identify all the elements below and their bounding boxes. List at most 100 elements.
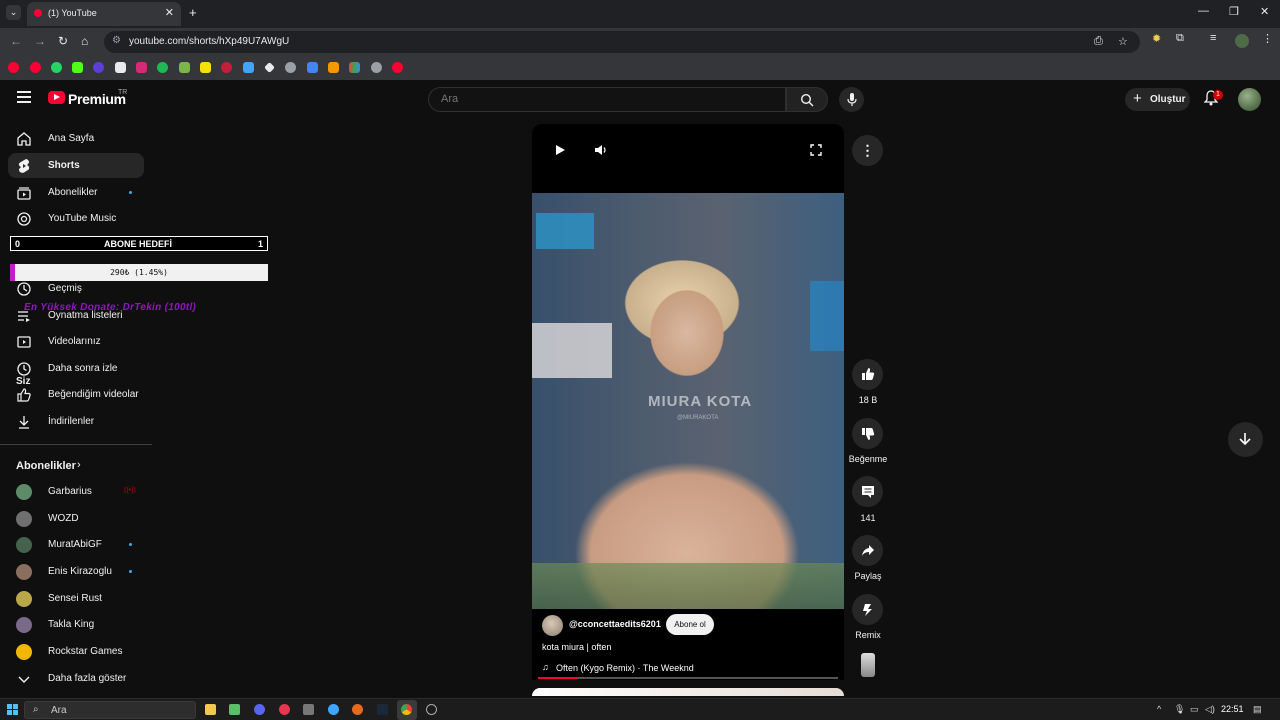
bookmark-twitch-icon[interactable] [93, 62, 104, 73]
remix-button[interactable] [852, 594, 883, 625]
sidebar-item-liked-videos[interactable]: Beğendiğim videolar [8, 382, 144, 407]
taskbar-search[interactable]: ⌕ Ara [24, 701, 196, 719]
bookmark-icon[interactable] [264, 62, 275, 73]
chevron-right-icon[interactable]: › [77, 459, 81, 471]
sidebar-item-downloads[interactable]: İndirilenler [8, 409, 144, 434]
share-button[interactable] [852, 535, 883, 566]
video-frame[interactable]: MIURA KOTA @MIURAKOTA [532, 193, 844, 609]
bookmark-youtube-icon[interactable] [30, 62, 41, 73]
sound-thumbnail[interactable] [861, 653, 875, 677]
bookmark-icon[interactable] [179, 62, 190, 73]
bookmark-icon[interactable] [243, 62, 254, 73]
next-short-button[interactable] [1228, 422, 1263, 457]
shorts-player[interactable]: MIURA KOTA @MIURAKOTA @cconcettaedits620… [532, 124, 844, 680]
taskbar-app-icon[interactable] [426, 704, 437, 715]
bookmark-icon[interactable] [307, 62, 318, 73]
taskbar-app-icon[interactable] [303, 704, 314, 715]
sidebar-item-youtube-music[interactable]: YouTube Music [8, 206, 144, 231]
tab-close-icon[interactable]: ✕ [165, 6, 174, 19]
next-short-preview[interactable] [532, 688, 844, 696]
channel-handle[interactable]: @cconcettaedits6201 [569, 619, 661, 629]
new-tab-button[interactable]: + [189, 5, 197, 20]
chrome-icon[interactable] [401, 704, 412, 715]
short-sound[interactable]: Often (Kygo Remix) · The Weeknd [556, 663, 694, 673]
browser-tab-youtube[interactable]: (1) YouTube ✕ [27, 2, 181, 26]
steam-icon[interactable] [377, 704, 388, 715]
file-explorer-icon[interactable] [205, 704, 216, 715]
sidebar-item-watch-later[interactable]: Daha sonra izle [8, 356, 144, 381]
profile-avatar[interactable] [1235, 34, 1249, 48]
show-more-button[interactable]: Daha fazla göster [8, 666, 144, 691]
short-progress-bar[interactable] [538, 677, 838, 679]
channel-item-enis-kirazoglu[interactable]: Enis Kirazoglu [8, 559, 144, 584]
bookmark-x-icon[interactable] [115, 62, 126, 73]
channel-item-sensei-rust[interactable]: Sensei Rust [8, 586, 144, 611]
sidebar-item-your-videos[interactable]: Videolarınız [8, 329, 144, 354]
microphone-tray-icon[interactable]: 🎙 [1174, 704, 1185, 715]
install-app-icon[interactable]: ⎙ [1094, 35, 1103, 48]
hamburger-menu-icon[interactable] [17, 91, 31, 103]
subscribe-button[interactable]: Abone ol [666, 614, 714, 635]
volume-tray-icon[interactable]: ◁) [1205, 704, 1215, 715]
bookmark-youtube-icon[interactable] [8, 62, 19, 73]
extension-icon[interactable]: ✹ [1152, 32, 1161, 45]
channel-item-wozd[interactable]: WOZD [8, 506, 144, 531]
subscriptions-heading[interactable]: Abonelikler [16, 460, 76, 472]
sidebar-item-subscriptions[interactable]: Abonelikler [8, 180, 144, 205]
taskbar-app-icon[interactable] [352, 704, 363, 715]
bookmark-chatgpt-icon[interactable] [285, 62, 296, 73]
tray-chevron-icon[interactable]: ^ [1157, 704, 1161, 714]
voice-search-button[interactable] [839, 87, 864, 112]
taskbar-app-icon[interactable] [229, 704, 240, 715]
search-box[interactable] [428, 87, 786, 112]
sidebar-item-shorts[interactable]: Shorts [8, 153, 144, 178]
windows-start-icon[interactable] [7, 704, 18, 715]
tab-search-button[interactable]: ⌄ [6, 5, 21, 20]
like-button[interactable] [852, 359, 883, 390]
home-button-icon[interactable]: ⌂ [81, 34, 88, 48]
minimize-icon[interactable]: — [1198, 5, 1209, 17]
bookmark-instagram-icon[interactable] [136, 62, 147, 73]
search-input[interactable] [441, 93, 741, 105]
search-button[interactable] [786, 87, 828, 112]
bookmark-star-icon[interactable]: ☆ [1118, 35, 1128, 48]
site-info-icon[interactable]: ⚙ [112, 35, 121, 46]
bookmark-kick-icon[interactable] [72, 62, 83, 73]
sidebar-item-home[interactable]: Ana Sayfa [8, 126, 144, 151]
restore-icon[interactable]: ❐ [1229, 5, 1239, 18]
back-icon[interactable]: ← [10, 34, 22, 48]
bookmark-icon[interactable] [200, 62, 211, 73]
taskbar-app-icon[interactable] [279, 704, 290, 715]
channel-item-takla-king[interactable]: Takla King [8, 612, 144, 637]
channel-item-muratabigf[interactable]: MuratAbiGF [8, 532, 144, 557]
reload-icon[interactable]: ↻ [58, 34, 68, 48]
create-button[interactable]: + Oluştur [1125, 88, 1190, 111]
play-icon[interactable] [554, 144, 566, 156]
bookmark-spotify-icon[interactable] [157, 62, 168, 73]
channel-avatar[interactable] [542, 615, 563, 636]
extensions-puzzle-icon[interactable]: ⧉ [1176, 32, 1184, 45]
channel-item-garbarius[interactable]: Garbarius ((•)) [8, 479, 144, 504]
youtube-logo-icon[interactable] [48, 91, 65, 104]
network-icon[interactable]: ▭ [1190, 704, 1199, 715]
volume-icon[interactable] [594, 144, 608, 156]
bookmark-icon[interactable] [349, 62, 360, 73]
bookmark-icon[interactable] [221, 62, 232, 73]
comments-button[interactable] [852, 476, 883, 507]
notification-center-icon[interactable]: ▤ [1253, 704, 1262, 715]
bookmark-youtube-icon[interactable] [392, 62, 403, 73]
forward-icon[interactable]: → [34, 34, 46, 48]
short-title[interactable]: kota miura | often [542, 642, 611, 652]
discord-icon[interactable] [254, 704, 265, 715]
dislike-button[interactable] [852, 418, 883, 449]
account-avatar[interactable] [1238, 88, 1261, 111]
window-close-icon[interactable]: ✕ [1260, 5, 1269, 18]
taskbar-app-icon[interactable] [328, 704, 339, 715]
chrome-menu-icon[interactable]: ⋮ [1262, 32, 1273, 45]
system-clock[interactable]: 22:51 [1221, 704, 1244, 714]
media-control-icon[interactable]: ≡ [1210, 32, 1216, 44]
bookmark-globe-icon[interactable] [371, 62, 382, 73]
address-bar[interactable]: ⚙ youtube.com/shorts/hXp49U7AWgU ⎙ ☆ [104, 31, 1140, 53]
fullscreen-icon[interactable] [810, 144, 822, 156]
more-options-button[interactable]: ⋮ [852, 135, 883, 166]
